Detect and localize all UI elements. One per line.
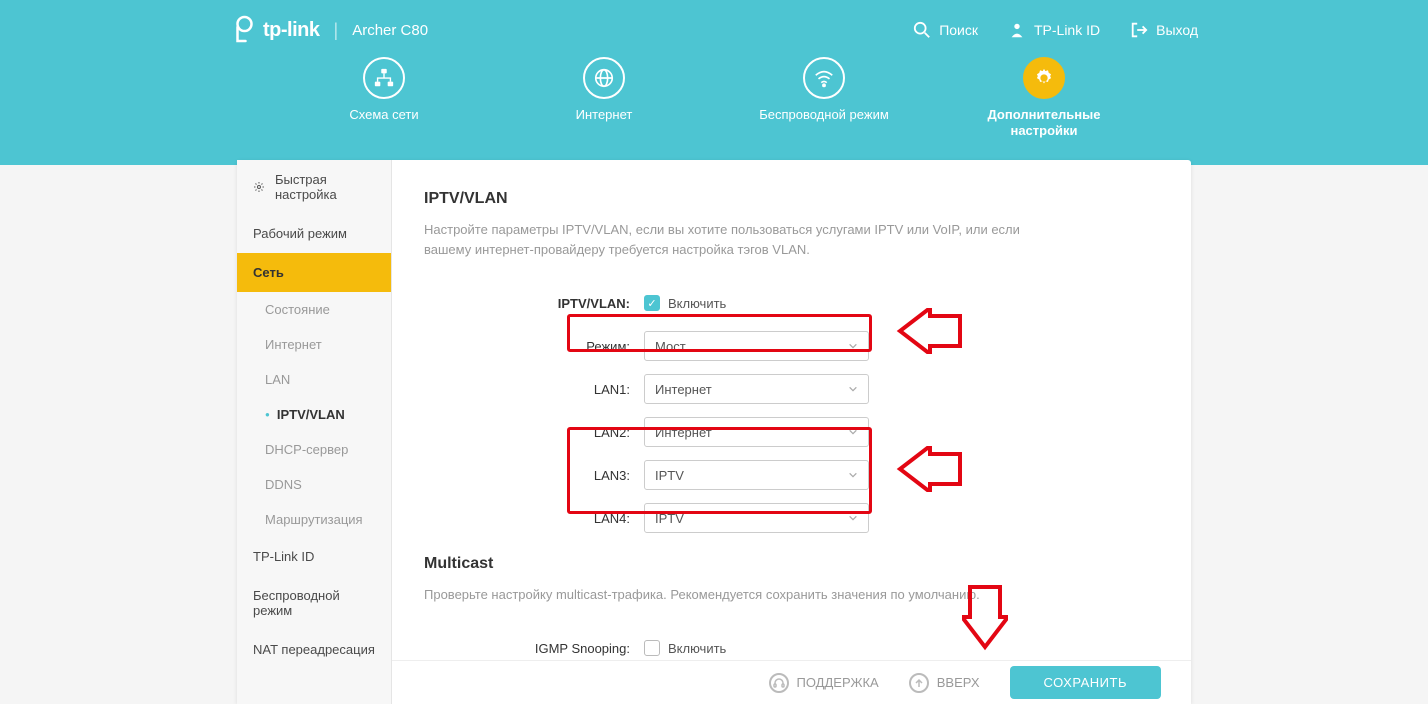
multicast-title: Multicast: [424, 555, 1131, 573]
sidebar-internet[interactable]: Интернет: [237, 327, 391, 362]
checkbox-iptv-enable[interactable]: ✓: [644, 295, 660, 311]
section-title: IPTV/VLAN: [424, 190, 1131, 208]
tab-internet[interactable]: Интернет: [539, 57, 669, 140]
label-lan3: LAN3:: [424, 468, 644, 483]
dropdown-mode[interactable]: Мост: [644, 331, 869, 361]
wifi-icon: [813, 67, 835, 89]
chevron-down-icon: [848, 384, 858, 394]
search-link[interactable]: Поиск: [913, 21, 978, 39]
enable-iptv-row: ✓ Включить: [644, 295, 726, 311]
multicast-desc: Проверьте настройку multicast-трафика. Р…: [424, 585, 1044, 605]
main-container: Быстрая настройка Рабочий режим Сеть Сос…: [237, 160, 1191, 704]
sidebar-iptv-vlan[interactable]: IPTV/VLAN: [237, 397, 391, 432]
logout-label: Выход: [1156, 22, 1198, 38]
sidebar-status[interactable]: Состояние: [237, 292, 391, 327]
tplink-logo-icon: [230, 15, 255, 45]
sidebar-quick-setup-label: Быстрая настройка: [275, 172, 375, 202]
sidebar-routing[interactable]: Маршрутизация: [237, 502, 391, 537]
sidebar-quick-setup[interactable]: Быстрая настройка: [237, 160, 391, 214]
tplink-id-label: TP-Link ID: [1034, 22, 1100, 38]
logout-link[interactable]: Выход: [1130, 21, 1198, 39]
sidebar-dhcp[interactable]: DHCP-сервер: [237, 432, 391, 467]
gear-icon: [1033, 67, 1055, 89]
tplink-id-link[interactable]: TP-Link ID: [1008, 21, 1100, 39]
tab-advanced[interactable]: Дополнительные настройки: [979, 57, 1109, 140]
header: tp-link | Archer C80 Поиск TP-Link ID Вы…: [0, 0, 1428, 165]
sidebar-op-mode[interactable]: Рабочий режим: [237, 214, 391, 253]
tab-wireless-label: Беспроводной режим: [759, 107, 889, 123]
chevron-down-icon: [848, 513, 858, 523]
label-iptv-vlan: IPTV/VLAN:: [424, 296, 644, 311]
label-mode: Режим:: [424, 339, 644, 354]
header-top: tp-link | Archer C80 Поиск TP-Link ID Вы…: [0, 0, 1428, 45]
sidebar-lan[interactable]: LAN: [237, 362, 391, 397]
sidebar: Быстрая настройка Рабочий режим Сеть Сос…: [237, 160, 392, 704]
dropdown-lan2[interactable]: Интернет: [644, 417, 869, 447]
dropdown-lan1[interactable]: Интернет: [644, 374, 869, 404]
sidebar-ddns[interactable]: DDNS: [237, 467, 391, 502]
support-link[interactable]: ПОДДЕРЖКА: [769, 673, 879, 693]
label-igmp: IGMP Snooping:: [424, 641, 644, 656]
arrow-up-icon: [909, 673, 929, 693]
dropdown-lan1-value: Интернет: [655, 382, 712, 397]
brand-text: tp-link: [263, 19, 320, 42]
dropdown-lan3-value: IPTV: [655, 468, 684, 483]
header-links: Поиск TP-Link ID Выход: [913, 21, 1198, 39]
enable-iptv-label: Включить: [668, 296, 726, 311]
tab-network-map-label: Схема сети: [349, 107, 418, 123]
sidebar-nat[interactable]: NAT переадресация: [237, 630, 391, 669]
igmp-row: Включить: [644, 640, 726, 656]
tab-advanced-label: Дополнительные настройки: [979, 107, 1109, 140]
save-button[interactable]: СОХРАНИТЬ: [1010, 666, 1161, 699]
igmp-enable-label: Включить: [668, 641, 726, 656]
footer: ПОДДЕРЖКА ВВЕРХ СОХРАНИТЬ: [392, 660, 1191, 704]
search-icon: [913, 21, 931, 39]
tab-wireless[interactable]: Беспроводной режим: [759, 57, 889, 140]
nav-tabs: Схема сети Интернет Беспроводной режим Д…: [0, 57, 1428, 140]
up-label: ВВЕРХ: [937, 675, 980, 690]
section-desc: Настройте параметры IPTV/VLAN, если вы х…: [424, 220, 1044, 260]
gear-small-icon: [253, 180, 265, 194]
tab-network-map[interactable]: Схема сети: [319, 57, 449, 140]
tab-internet-label: Интернет: [576, 107, 633, 123]
dropdown-mode-value: Мост: [655, 339, 686, 354]
network-map-icon: [373, 67, 395, 89]
up-link[interactable]: ВВЕРХ: [909, 673, 980, 693]
label-lan4: LAN4:: [424, 511, 644, 526]
logo-area: tp-link | Archer C80: [230, 15, 428, 45]
separator: |: [334, 20, 339, 41]
globe-icon: [593, 67, 615, 89]
label-lan1: LAN1:: [424, 382, 644, 397]
content: IPTV/VLAN Настройте параметры IPTV/VLAN,…: [392, 160, 1191, 704]
dropdown-lan4[interactable]: IPTV: [644, 503, 869, 533]
dropdown-lan3[interactable]: IPTV: [644, 460, 869, 490]
sidebar-tplink-id[interactable]: TP-Link ID: [237, 537, 391, 576]
support-label: ПОДДЕРЖКА: [797, 675, 879, 690]
label-lan2: LAN2:: [424, 425, 644, 440]
model-text: Archer C80: [352, 22, 428, 39]
dropdown-lan2-value: Интернет: [655, 425, 712, 440]
search-label: Поиск: [939, 22, 978, 38]
dropdown-lan4-value: IPTV: [655, 511, 684, 526]
headset-icon: [769, 673, 789, 693]
checkbox-igmp[interactable]: [644, 640, 660, 656]
person-icon: [1008, 21, 1026, 39]
chevron-down-icon: [848, 341, 858, 351]
logout-icon: [1130, 21, 1148, 39]
logo: tp-link: [230, 15, 320, 45]
sidebar-network[interactable]: Сеть: [237, 253, 391, 292]
sidebar-wireless[interactable]: Беспроводной режим: [237, 576, 391, 630]
chevron-down-icon: [848, 470, 858, 480]
chevron-down-icon: [848, 427, 858, 437]
